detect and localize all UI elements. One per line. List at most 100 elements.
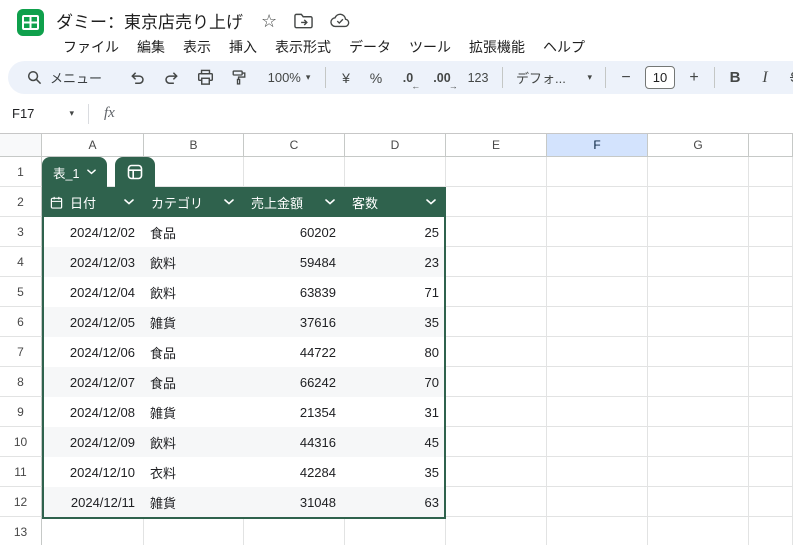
cell-A13[interactable] xyxy=(42,517,144,545)
cell-G11[interactable] xyxy=(648,457,749,487)
cell-C13[interactable] xyxy=(244,517,345,545)
strikethrough-button[interactable]: S xyxy=(780,65,793,91)
table-name-tab[interactable]: 表_1 xyxy=(42,157,107,187)
cell-E1[interactable] xyxy=(446,157,547,187)
cell-G13[interactable] xyxy=(648,517,749,545)
cell-H5[interactable] xyxy=(749,277,793,307)
menu-item-8[interactable]: ヘルプ xyxy=(536,35,592,59)
row-header-11[interactable]: 11 xyxy=(0,457,42,487)
cell-E12[interactable] xyxy=(446,487,547,517)
cell-F7[interactable] xyxy=(547,337,648,367)
cell-F4[interactable] xyxy=(547,247,648,277)
redo-button[interactable] xyxy=(154,65,188,91)
document-title[interactable]: ダミー：東京店売り上げ xyxy=(56,8,243,33)
column-header-B[interactable]: B xyxy=(144,134,244,157)
cell-E10[interactable] xyxy=(446,427,547,457)
cell-E2[interactable] xyxy=(446,187,547,217)
table-cell-r4-c2[interactable]: 44722 xyxy=(244,337,344,367)
table-cell-r2-c2[interactable]: 63839 xyxy=(244,277,344,307)
table-cell-r4-c3[interactable]: 80 xyxy=(344,337,444,367)
menu-item-3[interactable]: 挿入 xyxy=(222,35,264,59)
table-cell-r7-c1[interactable]: 飲料 xyxy=(144,427,244,457)
table-cell-r5-c3[interactable]: 70 xyxy=(344,367,444,397)
table-cell-r3-c3[interactable]: 35 xyxy=(344,307,444,337)
column-header-E[interactable]: E xyxy=(446,134,547,157)
cell-F1[interactable] xyxy=(547,157,648,187)
cell-G4[interactable] xyxy=(648,247,749,277)
cell-G1[interactable] xyxy=(648,157,749,187)
column-dropdown-icon[interactable] xyxy=(224,199,234,205)
table-column-header-2[interactable]: 売上金額 xyxy=(244,187,345,217)
move-folder-icon[interactable] xyxy=(294,13,313,29)
menu-item-7[interactable]: 拡張機能 xyxy=(462,35,532,59)
table-cell-r8-c3[interactable]: 35 xyxy=(344,457,444,487)
menu-item-5[interactable]: データ xyxy=(342,35,398,59)
cell-H9[interactable] xyxy=(749,397,793,427)
font-size-input[interactable]: 10 xyxy=(645,66,675,89)
row-header-3[interactable]: 3 xyxy=(0,217,42,247)
cell-G9[interactable] xyxy=(648,397,749,427)
cell-F5[interactable] xyxy=(547,277,648,307)
toolbar-search-button[interactable]: メニュー xyxy=(16,65,116,91)
cell-E4[interactable] xyxy=(446,247,547,277)
cell-H2[interactable] xyxy=(749,187,793,217)
cell-E3[interactable] xyxy=(446,217,547,247)
cell-B13[interactable] xyxy=(144,517,244,545)
table-cell-r6-c1[interactable]: 雑貨 xyxy=(144,397,244,427)
column-header-F[interactable]: F xyxy=(547,134,648,157)
column-header-A[interactable]: A xyxy=(42,134,144,157)
row-header-6[interactable]: 6 xyxy=(0,307,42,337)
table-column-header-1[interactable]: カテゴリ xyxy=(144,187,244,217)
cell-H12[interactable] xyxy=(749,487,793,517)
font-select[interactable]: デフォ...▾ xyxy=(508,65,600,91)
cell-E11[interactable] xyxy=(446,457,547,487)
row-header-9[interactable]: 9 xyxy=(0,397,42,427)
table-cell-r0-c2[interactable]: 60202 xyxy=(244,217,344,247)
cell-G5[interactable] xyxy=(648,277,749,307)
cell-D1[interactable] xyxy=(345,157,446,187)
cell-B1[interactable] xyxy=(144,157,244,187)
paint-format-icon[interactable] xyxy=(222,65,256,91)
cell-H6[interactable] xyxy=(749,307,793,337)
table-cell-r1-c2[interactable]: 59484 xyxy=(244,247,344,277)
table-cell-r1-c0[interactable]: 2024/12/03 xyxy=(44,247,144,277)
cell-G10[interactable] xyxy=(648,427,749,457)
row-header-7[interactable]: 7 xyxy=(0,337,42,367)
cell-F10[interactable] xyxy=(547,427,648,457)
menu-item-2[interactable]: 表示 xyxy=(176,35,218,59)
more-formats-button[interactable]: 123 xyxy=(459,65,497,91)
cell-H4[interactable] xyxy=(749,247,793,277)
row-header-8[interactable]: 8 xyxy=(0,367,42,397)
table-cell-r9-c3[interactable]: 63 xyxy=(344,487,444,517)
row-header-5[interactable]: 5 xyxy=(0,277,42,307)
cell-F3[interactable] xyxy=(547,217,648,247)
row-header-2[interactable]: 2 xyxy=(0,187,42,217)
cloud-check-icon[interactable] xyxy=(330,13,350,28)
cell-F6[interactable] xyxy=(547,307,648,337)
table-cell-r6-c2[interactable]: 21354 xyxy=(244,397,344,427)
cell-E9[interactable] xyxy=(446,397,547,427)
cell-H11[interactable] xyxy=(749,457,793,487)
table-cell-r4-c0[interactable]: 2024/12/06 xyxy=(44,337,144,367)
cell-G6[interactable] xyxy=(648,307,749,337)
cell-C1[interactable] xyxy=(244,157,345,187)
table-cell-r1-c3[interactable]: 23 xyxy=(344,247,444,277)
print-button[interactable] xyxy=(188,65,222,91)
column-header-G[interactable]: G xyxy=(648,134,749,157)
table-cell-r6-c3[interactable]: 31 xyxy=(344,397,444,427)
column-dropdown-icon[interactable] xyxy=(325,199,335,205)
table-cell-r3-c1[interactable]: 雑貨 xyxy=(144,307,244,337)
table-cell-r1-c1[interactable]: 飲料 xyxy=(144,247,244,277)
row-header-1[interactable]: 1 xyxy=(0,157,42,187)
menu-item-4[interactable]: 表示形式 xyxy=(268,35,338,59)
table-cell-r8-c0[interactable]: 2024/12/10 xyxy=(44,457,144,487)
cell-F9[interactable] xyxy=(547,397,648,427)
star-icon[interactable]: ☆ xyxy=(261,12,277,30)
cell-G2[interactable] xyxy=(648,187,749,217)
cell-F8[interactable] xyxy=(547,367,648,397)
menu-item-6[interactable]: ツール xyxy=(402,35,458,59)
cell-E8[interactable] xyxy=(446,367,547,397)
zoom-select[interactable]: 100%▾ xyxy=(258,65,320,91)
row-header-10[interactable]: 10 xyxy=(0,427,42,457)
cell-F12[interactable] xyxy=(547,487,648,517)
